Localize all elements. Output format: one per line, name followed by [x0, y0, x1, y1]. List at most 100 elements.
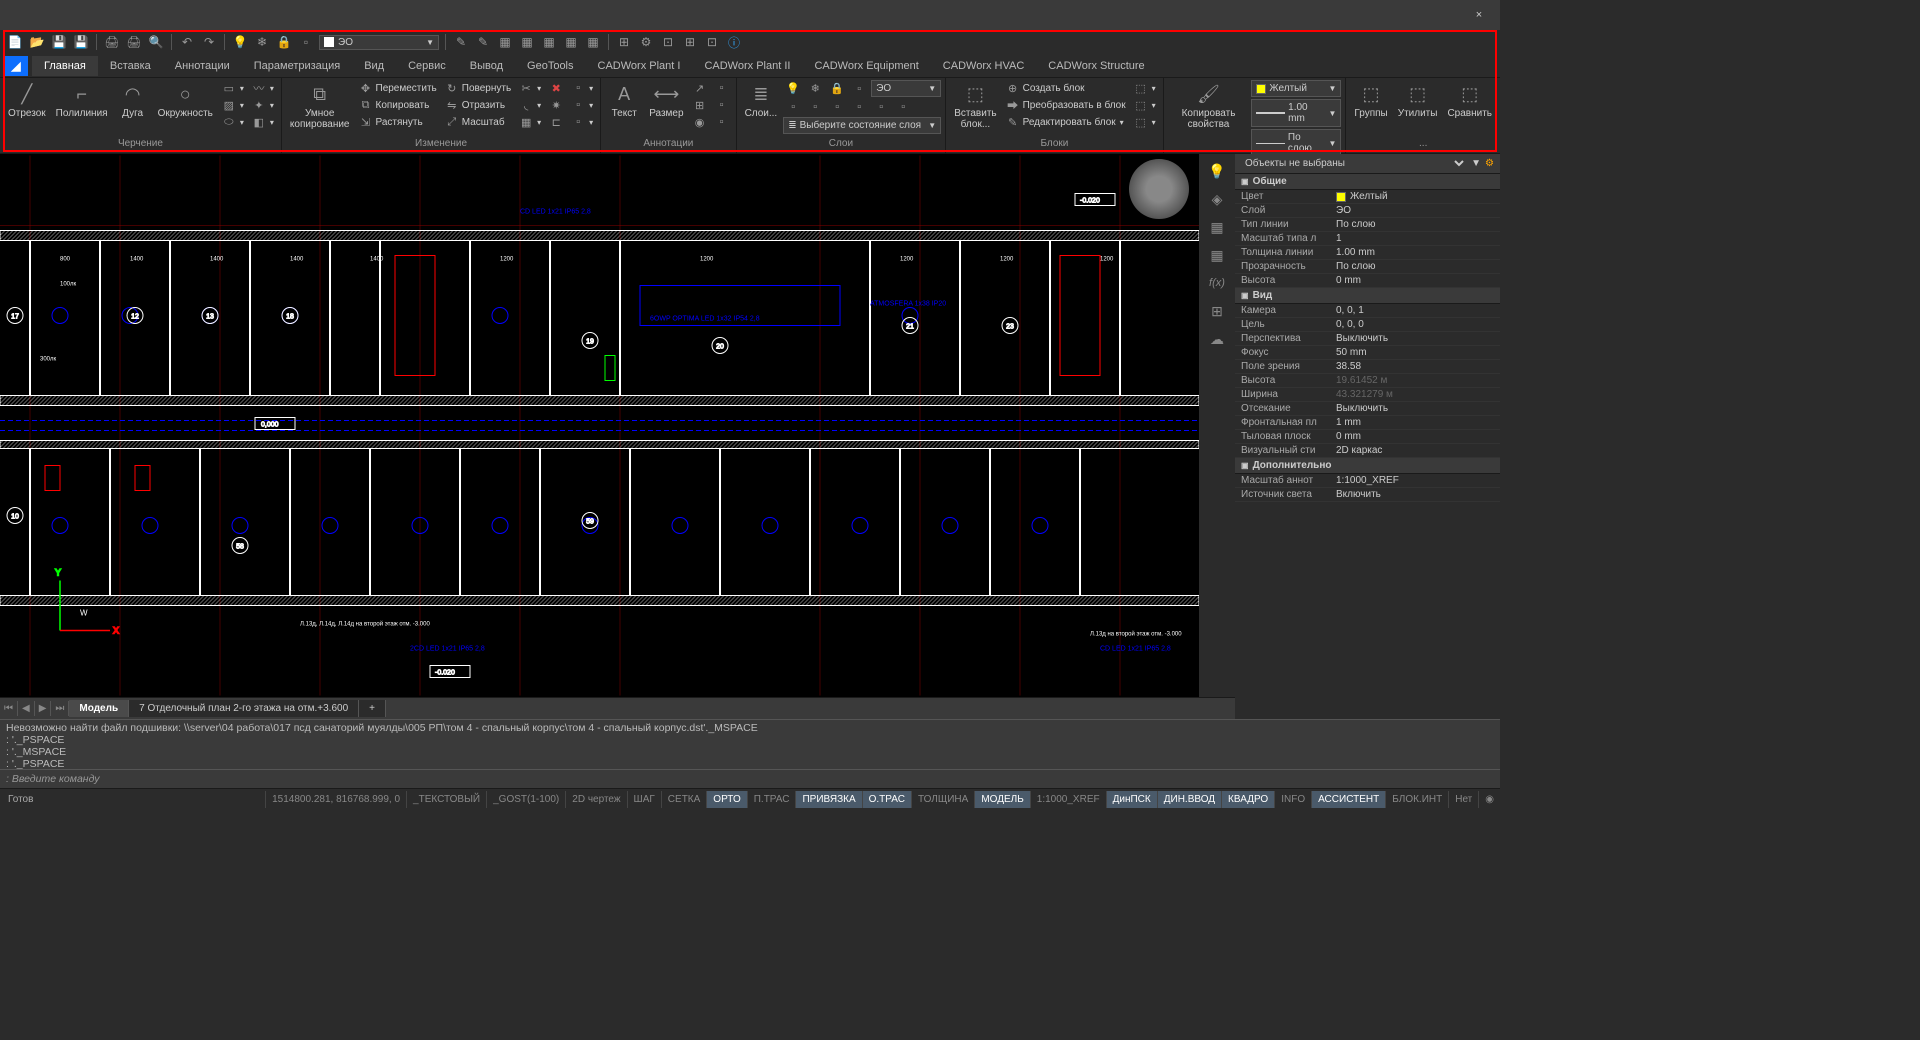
layer-t8[interactable]: ▫ [849, 99, 869, 115]
tab-first-icon[interactable]: ⏮ [0, 701, 18, 716]
leader-button[interactable]: ↗ [690, 80, 710, 96]
text-button[interactable]: AТекст [605, 80, 643, 121]
tab-view[interactable]: Вид [352, 56, 396, 76]
grid4-icon[interactable]: ▦ [562, 33, 580, 51]
tab-param[interactable]: Параметризация [242, 56, 352, 76]
prop-row[interactable]: Фокус50 mm [1235, 346, 1500, 360]
offset-button[interactable]: ⊏ [546, 114, 566, 130]
layer-tool3[interactable]: 🔒 [827, 80, 847, 97]
line-button[interactable]: ╱Отрезок [4, 80, 50, 121]
rt-fx-icon[interactable]: f(x) [1206, 272, 1228, 294]
color-icon[interactable]: ▫ [297, 33, 315, 51]
layer-combo[interactable]: ЭО▼ [871, 80, 941, 97]
block-b[interactable]: ⬚▾ [1131, 97, 1159, 113]
match-props-button[interactable]: 🖌Копировать свойства [1168, 80, 1250, 132]
tab-geotools[interactable]: GeoTools [515, 56, 585, 76]
prop-row[interactable]: Визуальный сти2D каркас [1235, 444, 1500, 458]
help-icon[interactable]: ⓘ [725, 33, 743, 51]
polyline-button[interactable]: ⌐Полилиния [52, 80, 112, 121]
grid1-icon[interactable]: ▦ [496, 33, 514, 51]
lock-icon[interactable]: 🔒 [275, 33, 293, 51]
prop-row[interactable]: ПрозрачностьПо слою [1235, 260, 1500, 274]
block-c[interactable]: ⬚▾ [1131, 114, 1159, 130]
mod-c-button[interactable]: ▫▾ [568, 114, 596, 130]
color-combo[interactable]: Желтый▼ [1251, 80, 1341, 97]
prop-row[interactable]: СлойЭО [1235, 204, 1500, 218]
status-seg[interactable]: О.ТРАС [862, 791, 911, 808]
trim-button[interactable]: ✂▾ [516, 80, 544, 96]
prop-row[interactable]: Масштаб типа л1 [1235, 232, 1500, 246]
layer-t10[interactable]: ▫ [893, 99, 913, 115]
tab-main[interactable]: Главная [32, 56, 98, 76]
lineweight-combo[interactable]: 1.00 mm▼ [1251, 99, 1341, 127]
status-seg[interactable]: ДинПСК [1106, 791, 1157, 808]
status-seg[interactable]: ОРТО [706, 791, 746, 808]
ellipse-button[interactable]: ⬭▾ [219, 114, 247, 130]
rt-layers-icon[interactable]: ◈ [1206, 188, 1228, 210]
filter-icon[interactable]: ▼ [1471, 158, 1481, 169]
app-logo-icon[interactable]: ◢ [4, 56, 28, 76]
prop-group[interactable]: ▣ Вид [1235, 288, 1500, 304]
status-seg[interactable]: Нет [1448, 791, 1478, 808]
stretch-button[interactable]: ⇲Растянуть [356, 114, 440, 130]
rect-button[interactable]: ▭▾ [219, 80, 247, 96]
prop-row[interactable]: ПерспективаВыключить [1235, 332, 1500, 346]
wand2-icon[interactable]: ✎ [474, 33, 492, 51]
wand-icon[interactable]: ✎ [452, 33, 470, 51]
layer-tool2[interactable]: ❄ [805, 80, 825, 97]
panel-menu-icon[interactable]: ⚙ [1485, 158, 1494, 169]
layer-tool4[interactable]: ▫ [849, 80, 869, 97]
save-icon[interactable]: 💾 [50, 33, 68, 51]
status-seg[interactable]: 1:1000_XREF [1030, 791, 1106, 808]
rt-cloud-icon[interactable]: ☁ [1206, 328, 1228, 350]
linetype-combo[interactable]: По слою▼ [1251, 129, 1341, 157]
props-object-select[interactable]: Объекты не выбраны [1241, 157, 1467, 170]
move-button[interactable]: ✥Переместить [356, 80, 440, 96]
tab-cadworx1[interactable]: CADWorx Plant I [586, 56, 693, 76]
prop-row[interactable]: Цель0, 0, 0 [1235, 318, 1500, 332]
status-seg[interactable]: _ТЕКСТОВЫЙ [406, 791, 486, 808]
tab-last-icon[interactable]: ⏭ [51, 701, 69, 716]
point-button[interactable]: ✦▾ [249, 97, 277, 113]
tab-service[interactable]: Сервис [396, 56, 458, 76]
tab-cadworx2[interactable]: CADWorx Plant II [692, 56, 802, 76]
tool1-icon[interactable]: ⚙ [637, 33, 655, 51]
status-seg[interactable]: ◉ [1478, 791, 1500, 808]
explode-button[interactable]: ✷ [546, 97, 566, 113]
bulb-icon[interactable]: 💡 [231, 33, 249, 51]
status-seg[interactable]: INFO [1274, 791, 1311, 808]
status-seg[interactable]: 2D чертеж [565, 791, 626, 808]
convert-block-button[interactable]: ⮕Преобразовать в блок [1003, 97, 1129, 113]
rt-grid2-icon[interactable]: ▦ [1206, 244, 1228, 266]
circle-button[interactable]: ○Окружность [154, 80, 217, 121]
annot-c-button[interactable]: ▫ [712, 114, 732, 130]
status-seg[interactable]: _GOST(1-100) [486, 791, 565, 808]
erase-button[interactable]: ✖ [546, 80, 566, 96]
prop-row[interactable]: Высота0 mm [1235, 274, 1500, 288]
grid5-icon[interactable]: ▦ [584, 33, 602, 51]
table-button[interactable]: ⊞ [690, 97, 710, 113]
open-icon[interactable]: 📂 [28, 33, 46, 51]
groups-button[interactable]: ⬚Группы [1350, 80, 1391, 121]
mirror-button[interactable]: ⇋Отразить [442, 97, 514, 113]
mark-button[interactable]: ◉ [690, 114, 710, 130]
freeze-icon[interactable]: ❄ [253, 33, 271, 51]
print2-icon[interactable]: 🖨 [125, 33, 143, 51]
prop-row[interactable]: Камера0, 0, 1 [1235, 304, 1500, 318]
add-layout-tab[interactable]: + [359, 700, 386, 717]
grid2-icon[interactable]: ▦ [518, 33, 536, 51]
annot-b-button[interactable]: ▫ [712, 97, 732, 113]
status-seg[interactable]: АССИСТЕНТ [1311, 791, 1385, 808]
tab-cadworx-eq[interactable]: CADWorx Equipment [802, 56, 930, 76]
preview-icon[interactable]: 🔍 [147, 33, 165, 51]
nav-cube[interactable] [1129, 159, 1189, 219]
hatch-button[interactable]: ▨▾ [219, 97, 247, 113]
mod-a-button[interactable]: ▫▾ [568, 80, 596, 96]
copy-button[interactable]: ⧉Копировать [356, 97, 440, 113]
tab-prev-icon[interactable]: ◀ [18, 701, 35, 716]
utils-button[interactable]: ⬚Утилиты [1394, 80, 1442, 121]
prop-row[interactable]: Ширина43.321279 м [1235, 388, 1500, 402]
status-seg[interactable]: МОДЕЛЬ [974, 791, 1029, 808]
edit-block-button[interactable]: ✎Редактировать блок▾ [1003, 114, 1129, 130]
rt-bulb-icon[interactable]: 💡 [1206, 160, 1228, 182]
